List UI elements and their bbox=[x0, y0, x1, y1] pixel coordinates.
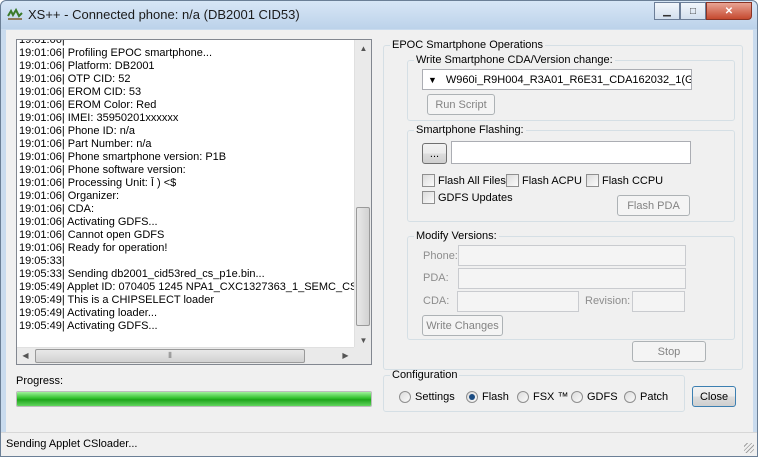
revision-input[interactable] bbox=[632, 291, 685, 312]
log-line: 19:01:06| CDA: bbox=[19, 203, 95, 215]
log-line: 19:01:06| Profiling EPOC smartphone... bbox=[19, 47, 213, 59]
smartphone-flashing-legend: Smartphone Flashing: bbox=[416, 124, 524, 136]
modify-versions-legend: Modify Versions: bbox=[416, 230, 497, 242]
close-button[interactable]: Close bbox=[692, 386, 736, 407]
radio-gdfs-label: GDFS bbox=[587, 391, 618, 403]
flash-ccpu-label: Flash CCPU bbox=[602, 174, 664, 187]
scrollbar-corner bbox=[354, 347, 371, 364]
flash-acpu-label: Flash ACPU bbox=[522, 174, 582, 187]
radio-circle-selected bbox=[466, 391, 478, 403]
log-line: 19:05:33| bbox=[19, 255, 65, 267]
browse-file-button[interactable]: ... bbox=[422, 143, 447, 164]
checkbox-box bbox=[422, 174, 435, 187]
epoc-operations-legend: EPOC Smartphone Operations bbox=[392, 39, 544, 51]
write-changes-button[interactable]: Write Changes bbox=[422, 315, 503, 336]
radio-flash-label: Flash bbox=[482, 391, 509, 403]
log-line: 19:01:06| Activating GDFS... bbox=[19, 216, 158, 228]
progress-label: Progress: bbox=[16, 375, 64, 387]
scroll-up-arrow-icon[interactable]: ▲ bbox=[355, 40, 371, 57]
scroll-left-arrow-icon[interactable]: ◀ bbox=[17, 348, 34, 364]
radio-fsx[interactable]: FSX ™ bbox=[517, 391, 568, 403]
flash-acpu-checkbox[interactable]: Flash ACPU bbox=[506, 174, 582, 187]
log-line: 19:05:49| Activating loader... bbox=[19, 307, 158, 319]
log-line: 19:05:33| Sending db2001_cid53red_cs_p1e… bbox=[19, 268, 265, 280]
dropdown-arrow-icon[interactable]: ▼ bbox=[428, 75, 437, 85]
log-line: 19:05:49| This is a CHIPSELECT loader bbox=[19, 294, 215, 306]
gdfs-updates-label: GDFS Updates bbox=[438, 191, 513, 204]
log-line: 19:05:49| Activating GDFS... bbox=[19, 320, 158, 332]
log-line: 19:01:06| Ready for operation! bbox=[19, 242, 168, 254]
log-line: 19:01:06| Phone smartphone version: P1B bbox=[19, 151, 227, 163]
cda-label: CDA: bbox=[423, 295, 450, 307]
log-line: 19:01:06| Organizer: bbox=[19, 190, 120, 202]
checkbox-box bbox=[586, 174, 599, 187]
radio-flash[interactable]: Flash bbox=[466, 391, 509, 403]
checkbox-box bbox=[422, 191, 435, 204]
resize-grip-icon[interactable] bbox=[744, 443, 754, 453]
run-script-button[interactable]: Run Script bbox=[427, 94, 495, 115]
stop-button[interactable]: Stop bbox=[632, 341, 706, 362]
cda-version-input[interactable] bbox=[457, 291, 579, 312]
radio-gdfs[interactable]: GDFS bbox=[571, 391, 618, 403]
write-cda-legend: Write Smartphone CDA/Version change: bbox=[416, 54, 613, 66]
main-window: XS++ - Connected phone: n/a (DB2001 CID5… bbox=[0, 0, 758, 457]
minimize-button[interactable]: ▁ bbox=[654, 2, 680, 20]
log-line: 19:01:06| Platform: DB2001 bbox=[19, 60, 155, 72]
status-bar: Sending Applet CSloader... bbox=[1, 432, 757, 456]
progress-fill bbox=[17, 392, 371, 406]
client-area: 19:01:06| 19:01:06| Profiling EPOC smart… bbox=[6, 30, 753, 432]
phone-version-input[interactable] bbox=[458, 245, 686, 266]
log-line: 19:01:06| Cannot open GDFS bbox=[19, 229, 165, 241]
radio-circle bbox=[399, 391, 411, 403]
flash-all-files-label: Flash All Files bbox=[438, 174, 506, 187]
log-line: 19:05:49| Applet ID: 070405 1245 NPA1_CX… bbox=[19, 281, 354, 293]
progress-bar bbox=[16, 391, 372, 407]
radio-circle bbox=[571, 391, 583, 403]
log-output[interactable]: 19:01:06| 19:01:06| Profiling EPOC smart… bbox=[16, 39, 372, 365]
vertical-scroll-thumb[interactable] bbox=[356, 207, 370, 326]
radio-patch[interactable]: Patch bbox=[624, 391, 668, 403]
cda-version-value: W960i_R9H004_R3A01_R6E31_CDA162032_1(GW bbox=[445, 73, 692, 86]
maximize-button[interactable]: □ bbox=[680, 2, 706, 20]
cda-version-select[interactable]: ▼ W960i_R9H004_R3A01_R6E31_CDA162032_1(G… bbox=[422, 69, 692, 90]
pda-label: PDA: bbox=[423, 272, 449, 284]
configuration-legend: Configuration bbox=[392, 369, 458, 381]
flash-pda-button[interactable]: Flash PDA bbox=[617, 195, 690, 216]
log-line: 19:01:06| IMEI: 35950201xxxxxx bbox=[19, 112, 179, 124]
log-line: 19:01:06| Phone ID: n/a bbox=[19, 125, 135, 137]
log-line: 19:01:06| EROM CID: 53 bbox=[19, 86, 142, 98]
close-window-button[interactable]: ✕ bbox=[706, 2, 752, 20]
horizontal-scroll-thumb[interactable]: ⦀ bbox=[35, 349, 305, 363]
log-vertical-scrollbar[interactable]: ▲ ▼ bbox=[354, 40, 371, 349]
flash-file-input[interactable] bbox=[451, 141, 691, 164]
flash-all-files-checkbox[interactable]: Flash All Files bbox=[422, 174, 506, 187]
log-horizontal-scrollbar[interactable]: ◀ ⦀ ▶ bbox=[17, 347, 354, 364]
log-line: 19:01:06| OTP CID: 52 bbox=[19, 73, 131, 85]
title-bar[interactable]: XS++ - Connected phone: n/a (DB2001 CID5… bbox=[1, 1, 757, 29]
log-line: 19:01:06| Part Number: n/a bbox=[19, 138, 152, 150]
radio-settings-label: Settings bbox=[415, 391, 455, 403]
radio-fsx-label: FSX ™ bbox=[533, 391, 569, 403]
radio-circle bbox=[517, 391, 529, 403]
status-text: Sending Applet CSloader... bbox=[6, 438, 138, 450]
gdfs-updates-checkbox[interactable]: GDFS Updates bbox=[422, 191, 513, 204]
log-line: 19:01:06| bbox=[19, 39, 65, 46]
log-line: 19:01:06| Processing Unit: Ī ) <$ bbox=[19, 177, 177, 189]
phone-label: Phone: bbox=[423, 250, 458, 262]
log-line: 19:01:06| Phone software version: bbox=[19, 164, 186, 176]
radio-settings[interactable]: Settings bbox=[399, 391, 455, 403]
revision-label: Revision: bbox=[585, 295, 631, 307]
log-line: 19:01:06| EROM Color: Red bbox=[19, 99, 157, 111]
flash-ccpu-checkbox[interactable]: Flash CCPU bbox=[586, 174, 663, 187]
window-title: XS++ - Connected phone: n/a (DB2001 CID5… bbox=[28, 7, 300, 22]
radio-patch-label: Patch bbox=[640, 391, 669, 403]
app-icon bbox=[7, 7, 23, 20]
scroll-right-arrow-icon[interactable]: ▶ bbox=[337, 348, 354, 364]
checkbox-box bbox=[506, 174, 519, 187]
pda-version-input[interactable] bbox=[458, 268, 686, 289]
radio-circle bbox=[624, 391, 636, 403]
log-lines: 19:01:06| 19:01:06| Profiling EPOC smart… bbox=[19, 39, 354, 333]
